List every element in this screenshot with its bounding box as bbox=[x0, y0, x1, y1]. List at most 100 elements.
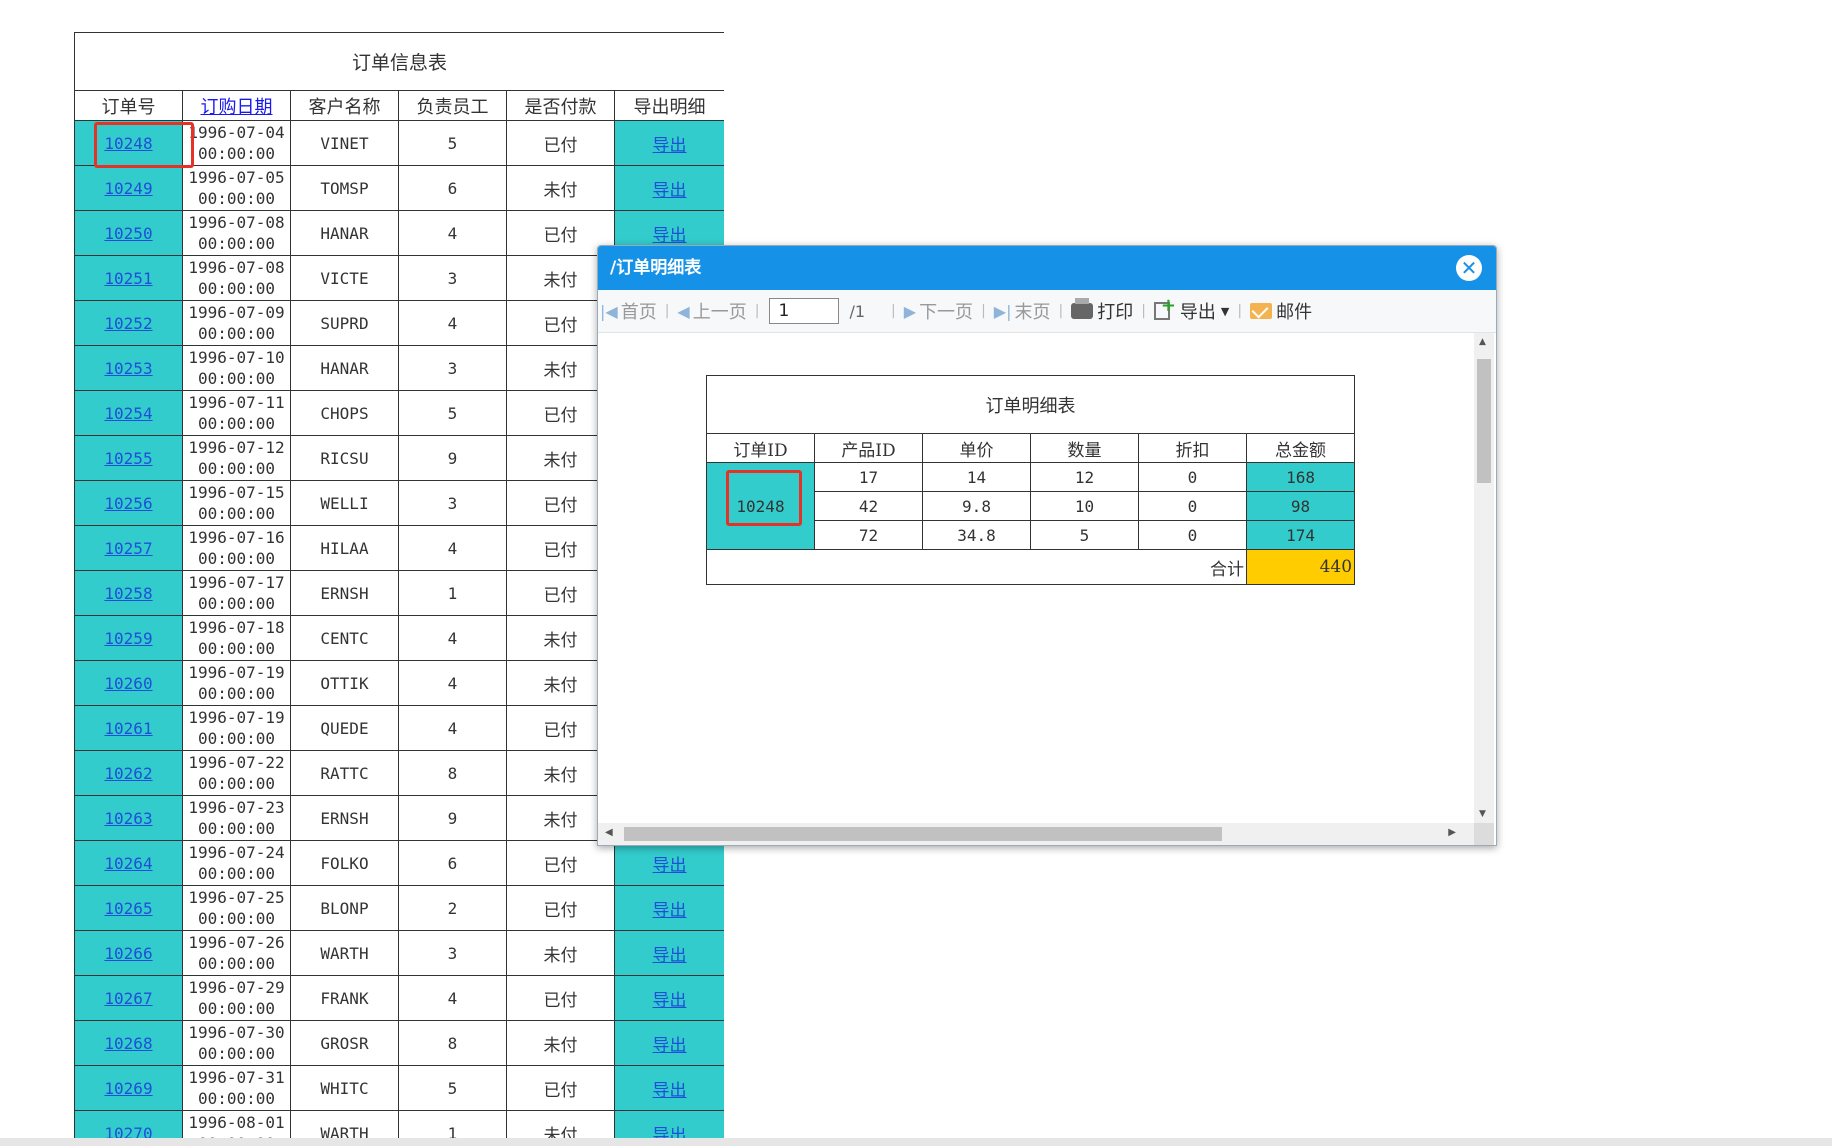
order-id-cell: 10268 bbox=[74, 1020, 183, 1066]
order-time: 00:00:00 bbox=[197, 684, 276, 703]
order-id-link[interactable]: 10260 bbox=[104, 674, 152, 693]
order-date: 1996-07-26 bbox=[188, 933, 285, 952]
export-icon bbox=[1153, 295, 1176, 320]
export-link[interactable]: 导出 bbox=[653, 181, 687, 201]
export-link[interactable]: 导出 bbox=[653, 136, 687, 156]
customer-cell: RICSU bbox=[290, 435, 399, 481]
order-id-link[interactable]: 10269 bbox=[104, 1079, 152, 1098]
first-page-button[interactable]: |◀ 首页 bbox=[600, 298, 657, 324]
export-link[interactable]: 导出 bbox=[653, 1036, 687, 1056]
order-id-link[interactable]: 10265 bbox=[104, 899, 152, 918]
order-id-link[interactable]: 10261 bbox=[104, 719, 152, 738]
table-row: 10265 1996-07-25 00:00:00 BLONP 2 已付 导出 bbox=[74, 885, 724, 931]
detail-total: 98 bbox=[1245, 491, 1356, 521]
export-link[interactable]: 导出 bbox=[653, 991, 687, 1011]
export-link[interactable]: 导出 bbox=[653, 901, 687, 921]
customer-cell: BLONP bbox=[290, 885, 399, 931]
customer-cell: HANAR bbox=[290, 345, 399, 391]
order-id-link[interactable]: 10248 bbox=[104, 134, 152, 153]
order-id-link[interactable]: 10267 bbox=[104, 989, 152, 1008]
order-id-link[interactable]: 10256 bbox=[104, 494, 152, 513]
detail-qty: 12 bbox=[1030, 462, 1139, 492]
export-link[interactable]: 导出 bbox=[653, 946, 687, 966]
order-date: 1996-07-05 bbox=[188, 168, 285, 187]
order-date: 1996-07-29 bbox=[188, 978, 285, 997]
customer-cell: HILAA bbox=[290, 525, 399, 571]
order-id-link[interactable]: 10251 bbox=[104, 269, 152, 288]
order-id-cell: 10257 bbox=[74, 525, 183, 571]
header-order-id: 订单号 bbox=[74, 90, 183, 121]
page-number-input[interactable] bbox=[769, 298, 840, 324]
order-id-link[interactable]: 10253 bbox=[104, 359, 152, 378]
export-cell: 导出 bbox=[613, 975, 724, 1021]
order-date: 1996-07-12 bbox=[188, 438, 285, 457]
detail-price: 14 bbox=[922, 462, 1031, 492]
prev-page-button[interactable]: ◀ 上一页 bbox=[677, 298, 746, 324]
order-id-link[interactable]: 10262 bbox=[104, 764, 152, 783]
close-icon[interactable]: ✕ bbox=[1456, 255, 1482, 281]
order-time: 00:00:00 bbox=[197, 954, 276, 973]
scroll-right-icon[interactable]: ▶ bbox=[1448, 827, 1456, 838]
order-time: 00:00:00 bbox=[197, 864, 276, 883]
paid-cell: 未付 bbox=[506, 930, 615, 976]
order-time: 00:00:00 bbox=[197, 1089, 276, 1108]
export-dropdown-button[interactable]: 导出 ▼ bbox=[1153, 295, 1229, 324]
next-page-button[interactable]: ▶ 下一页 bbox=[904, 298, 973, 324]
order-date-cell: 1996-07-12 00:00:00 bbox=[182, 435, 291, 481]
export-cell: 导出 bbox=[613, 885, 724, 931]
toolbar-separator: | bbox=[891, 303, 896, 319]
order-date-cell: 1996-07-25 00:00:00 bbox=[182, 885, 291, 931]
order-id-cell: 10260 bbox=[74, 660, 183, 706]
order-id-link[interactable]: 10258 bbox=[104, 584, 152, 603]
mail-button[interactable]: 邮件 bbox=[1250, 298, 1312, 324]
order-id-link[interactable]: 10250 bbox=[104, 224, 152, 243]
employee-cell: 4 bbox=[398, 210, 507, 256]
dialog-titlebar: /订单明细表 ✕ bbox=[598, 246, 1496, 290]
order-id-link[interactable]: 10259 bbox=[104, 629, 152, 648]
header-order-date[interactable]: 订购日期 bbox=[182, 90, 291, 121]
export-link[interactable]: 导出 bbox=[653, 226, 687, 246]
order-id-link[interactable]: 10266 bbox=[104, 944, 152, 963]
order-id-link[interactable]: 10264 bbox=[104, 854, 152, 873]
detail-row: 10248 17 14 12 0 168 bbox=[706, 462, 1356, 550]
export-link[interactable]: 导出 bbox=[653, 856, 687, 876]
order-id-link[interactable]: 10257 bbox=[104, 539, 152, 558]
print-button[interactable]: 打印 bbox=[1071, 298, 1133, 324]
order-id-link[interactable]: 10263 bbox=[104, 809, 152, 828]
vertical-scrollbar[interactable]: ▲ ▼ bbox=[1474, 333, 1494, 823]
order-time: 00:00:00 bbox=[197, 819, 276, 838]
order-detail-dialog: /订单明细表 ✕ |◀首页 | ◀上一页 | /1 | ▶下一页 | ▶|末页 … bbox=[597, 245, 1497, 846]
customer-cell: RATTC bbox=[290, 750, 399, 796]
last-page-button[interactable]: ▶| 末页 bbox=[994, 298, 1051, 324]
order-id-link[interactable]: 10254 bbox=[104, 404, 152, 423]
order-time: 00:00:00 bbox=[197, 144, 276, 163]
sort-by-date-link[interactable]: 订购日期 bbox=[201, 97, 273, 118]
header-export: 导出明细 bbox=[613, 90, 724, 121]
scrollbar-corner bbox=[1474, 823, 1494, 845]
employee-cell: 3 bbox=[398, 480, 507, 526]
scroll-left-icon[interactable]: ◀ bbox=[605, 827, 613, 838]
customer-cell: VINET bbox=[290, 120, 399, 166]
order-id-link[interactable]: 10268 bbox=[104, 1034, 152, 1053]
customer-cell: QUEDE bbox=[290, 705, 399, 751]
horizontal-scroll-thumb[interactable] bbox=[624, 827, 1222, 841]
order-id-link[interactable]: 10249 bbox=[104, 179, 152, 198]
sum-value: 440 bbox=[1245, 549, 1356, 585]
order-id-link[interactable]: 10255 bbox=[104, 449, 152, 468]
export-link[interactable]: 导出 bbox=[653, 1081, 687, 1101]
order-date-cell: 1996-07-18 00:00:00 bbox=[182, 615, 291, 661]
vertical-scroll-thumb[interactable] bbox=[1477, 359, 1491, 483]
order-date-cell: 1996-07-19 00:00:00 bbox=[182, 660, 291, 706]
mail-icon bbox=[1250, 303, 1273, 319]
order-date-cell: 1996-07-08 00:00:00 bbox=[182, 255, 291, 301]
order-id-link[interactable]: 10252 bbox=[104, 314, 152, 333]
customer-cell: TOMSP bbox=[290, 165, 399, 211]
employee-cell: 1 bbox=[398, 1110, 507, 1140]
export-cell: 导出 bbox=[613, 930, 724, 976]
scroll-down-icon[interactable]: ▼ bbox=[1479, 809, 1486, 819]
order-time: 00:00:00 bbox=[197, 189, 276, 208]
scroll-up-icon[interactable]: ▲ bbox=[1479, 337, 1486, 347]
order-id-cell: 10267 bbox=[74, 975, 183, 1021]
employee-cell: 8 bbox=[398, 1020, 507, 1066]
horizontal-scrollbar[interactable]: ◀ ▶ bbox=[598, 823, 1474, 845]
